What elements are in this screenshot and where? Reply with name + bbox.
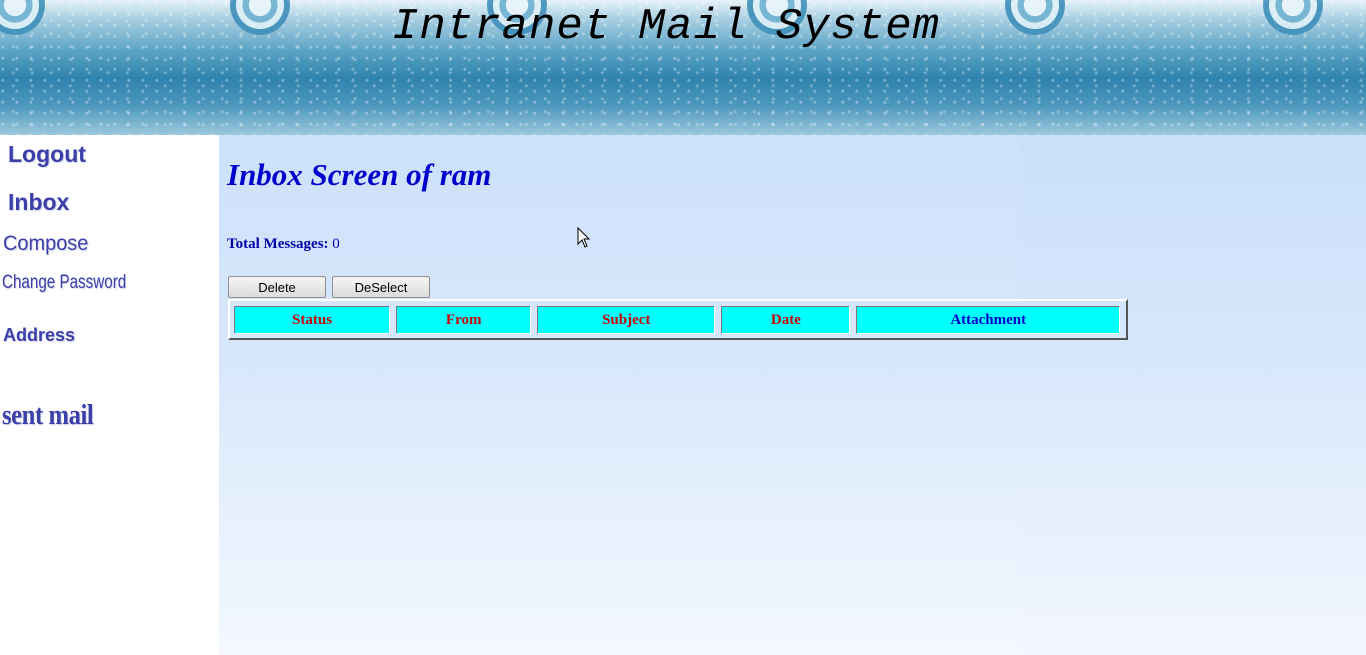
- column-header-label: Attachment: [950, 311, 1027, 328]
- column-header-from[interactable]: From: [396, 306, 532, 334]
- header-ornament: [0, 0, 50, 40]
- header-ornament: [1000, 0, 1070, 40]
- column-header-status[interactable]: Status: [234, 306, 391, 334]
- column-header-subject[interactable]: Subject: [537, 306, 716, 334]
- column-header-label: Status: [292, 311, 333, 328]
- inbox-table-header-row: Status From Subject Date Attachment: [234, 306, 1120, 334]
- total-messages: Total Messages: 0: [227, 236, 340, 253]
- sidebar-item-compose[interactable]: Compose: [3, 232, 88, 256]
- sidebar-item-sent-mail[interactable]: sent mail: [2, 399, 94, 432]
- mouse-pointer-icon: [577, 227, 591, 248]
- column-header-label: Subject: [602, 311, 651, 328]
- header-ornament: [1258, 0, 1328, 40]
- main-content: Inbox Screen of ram Total Messages: 0 De…: [219, 135, 1366, 655]
- site-title: Intranet Mail System: [392, 2, 941, 52]
- column-header-date[interactable]: Date: [721, 306, 851, 334]
- sidebar-nav: Logout Inbox Compose Change Password Add…: [0, 135, 219, 655]
- page-title: Inbox Screen of ram: [227, 157, 492, 192]
- inbox-table: Status From Subject Date Attachment: [228, 306, 1126, 334]
- total-messages-label: Total Messages:: [227, 236, 329, 252]
- sidebar-item-address[interactable]: Address: [3, 325, 75, 346]
- column-header-label: From: [445, 311, 482, 328]
- background-shade: [1019, 135, 1366, 655]
- inbox-table-frame: Status From Subject Date Attachment: [228, 299, 1128, 340]
- sidebar-item-change-password[interactable]: Change Password: [2, 272, 126, 294]
- sidebar-item-logout[interactable]: Logout: [8, 141, 86, 168]
- deselect-button[interactable]: DeSelect: [332, 276, 430, 298]
- column-header-label: Date: [770, 311, 801, 328]
- sidebar-item-inbox[interactable]: Inbox: [8, 189, 69, 216]
- delete-button[interactable]: Delete: [228, 276, 326, 298]
- column-header-attachment[interactable]: Attachment: [856, 306, 1120, 334]
- header-ornament: [225, 0, 295, 40]
- site-header: Intranet Mail System: [0, 0, 1366, 135]
- total-messages-count: 0: [332, 236, 340, 252]
